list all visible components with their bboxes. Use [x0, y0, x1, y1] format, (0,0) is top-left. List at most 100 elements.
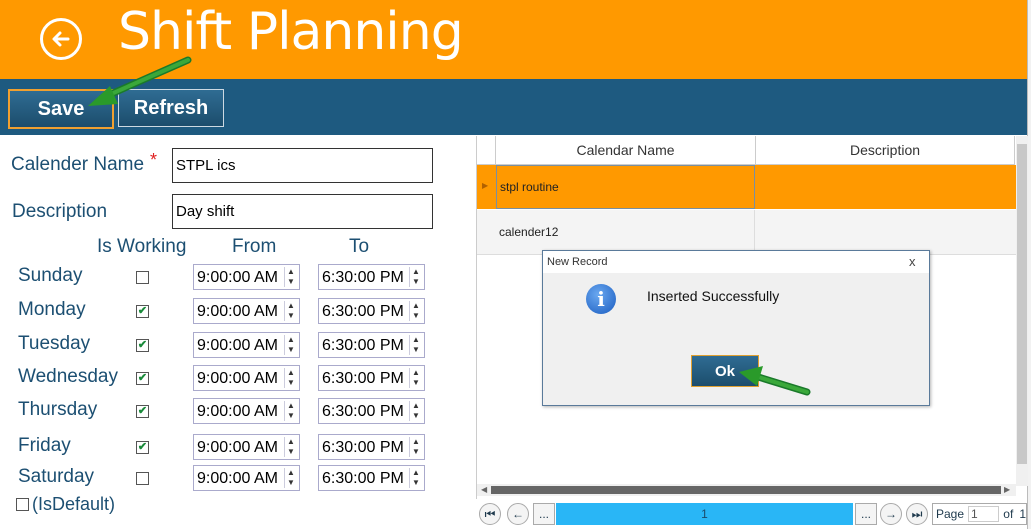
is-working-checkbox-wednesday[interactable]: ✔ — [136, 372, 149, 385]
from-time-saturday[interactable]: 9:00:00 AM ▲ ▼ — [193, 465, 300, 491]
from-time-value: 9:00:00 AM — [197, 269, 278, 286]
horizontal-scrollbar[interactable]: ◀ ▶ — [477, 484, 1016, 496]
required-mark: * — [150, 150, 158, 170]
calendar-name-input[interactable]: STPL ics — [172, 148, 433, 183]
from-time-value: 9:00:00 AM — [197, 470, 278, 487]
back-button[interactable] — [40, 18, 82, 60]
close-icon[interactable]: x — [909, 254, 916, 269]
is-working-checkbox-sunday[interactable] — [136, 271, 149, 284]
of-label: of — [1003, 507, 1014, 521]
spinner-arrows-icon[interactable]: ▲ ▼ — [409, 335, 422, 355]
day-label-tuesday: Tuesday — [18, 333, 91, 354]
first-page-button[interactable]: ⏮ — [479, 503, 501, 525]
spinner-arrows-icon[interactable]: ▲ ▼ — [409, 368, 422, 388]
total-pages: 1 — [1019, 507, 1026, 521]
checkmark-icon: ✔ — [137, 339, 148, 351]
to-time-monday[interactable]: 6:30:00 PM ▲ ▼ — [318, 298, 425, 324]
to-time-value: 6:30:00 PM — [322, 303, 404, 320]
last-page-button[interactable]: ⏭ — [906, 503, 928, 525]
from-header: From — [232, 236, 277, 257]
from-time-value: 9:00:00 AM — [197, 439, 278, 456]
grid-cell-description — [756, 165, 1014, 209]
grid-cell-name: stpl routine — [496, 165, 755, 209]
spinner-arrows-icon[interactable]: ▲ ▼ — [284, 301, 297, 321]
to-time-tuesday[interactable]: 6:30:00 PM ▲ ▼ — [318, 332, 425, 358]
pointer-arrow-icon — [739, 366, 811, 396]
spinner-arrows-icon[interactable]: ▲ ▼ — [409, 301, 422, 321]
is-working-checkbox-monday[interactable]: ✔ — [136, 305, 149, 318]
from-time-wednesday[interactable]: 9:00:00 AM ▲ ▼ — [193, 365, 300, 391]
vertical-scroll-thumb[interactable] — [1017, 144, 1027, 464]
prev-page-button[interactable]: ← — [507, 503, 529, 525]
checkmark-icon: ✔ — [137, 405, 148, 417]
checkmark-icon: ✔ — [137, 305, 148, 317]
from-time-monday[interactable]: 9:00:00 AM ▲ ▼ — [193, 298, 300, 324]
spinner-arrows-icon[interactable]: ▲ ▼ — [409, 267, 422, 287]
is-default-checkbox[interactable] — [16, 498, 29, 511]
pointer-arrow-icon — [88, 56, 192, 106]
pager-ellipsis-right[interactable]: ... — [855, 503, 877, 525]
description-input[interactable]: Day shift — [172, 194, 433, 229]
page-label: Page — [936, 507, 965, 521]
grid-row-header-corner — [477, 136, 496, 165]
grid-cell-description — [756, 210, 1014, 254]
day-label-sunday: Sunday — [18, 265, 83, 286]
grid-col-description[interactable]: Description — [756, 136, 1015, 165]
from-time-value: 9:00:00 AM — [197, 370, 278, 387]
day-label-monday: Monday — [18, 299, 86, 320]
next-page-button[interactable]: → — [880, 503, 902, 525]
description-label: Description — [12, 201, 108, 222]
last-page-icon: ⏭ — [911, 506, 923, 521]
from-time-thursday[interactable]: 9:00:00 AM ▲ ▼ — [193, 398, 300, 424]
spinner-arrows-icon[interactable]: ▲ ▼ — [284, 437, 297, 457]
checkmark-icon: ✔ — [137, 372, 148, 384]
spinner-arrows-icon[interactable]: ▲ ▼ — [284, 335, 297, 355]
spinner-arrows-icon[interactable]: ▲ ▼ — [409, 468, 422, 488]
is-default-label: (IsDefault) — [32, 494, 116, 514]
row-indicator-icon: ▶ — [482, 181, 489, 190]
to-header: To — [349, 236, 370, 257]
to-time-value: 6:30:00 PM — [322, 269, 404, 286]
is-working-checkbox-tuesday[interactable]: ✔ — [136, 339, 149, 352]
scroll-left-icon[interactable]: ◀ — [481, 485, 487, 494]
table-row[interactable]: calender12 — [477, 210, 1016, 255]
from-time-tuesday[interactable]: 9:00:00 AM ▲ ▼ — [193, 332, 300, 358]
grid-col-calendar-name[interactable]: Calendar Name — [496, 136, 756, 165]
scroll-right-icon[interactable]: ▶ — [1004, 485, 1010, 494]
pager-ellipsis-left[interactable]: ... — [533, 503, 555, 525]
spinner-arrows-icon[interactable]: ▲ ▼ — [284, 401, 297, 421]
vertical-scrollbar[interactable] — [1016, 136, 1028, 486]
calendar-name-label: Calender Name — [11, 154, 145, 175]
to-time-wednesday[interactable]: 6:30:00 PM ▲ ▼ — [318, 365, 425, 391]
spinner-arrows-icon[interactable]: ▲ ▼ — [284, 267, 297, 287]
is-working-checkbox-saturday[interactable] — [136, 472, 149, 485]
to-time-saturday[interactable]: 6:30:00 PM ▲ ▼ — [318, 465, 425, 491]
back-arrow-icon — [52, 31, 70, 47]
page-1-button[interactable]: 1 — [556, 503, 853, 525]
day-label-wednesday: Wednesday — [18, 366, 118, 387]
spinner-arrows-icon[interactable]: ▲ ▼ — [284, 468, 297, 488]
from-time-value: 9:00:00 AM — [197, 337, 278, 354]
spinner-arrows-icon[interactable]: ▲ ▼ — [409, 437, 422, 457]
day-label-saturday: Saturday — [18, 466, 95, 487]
first-page-icon: ⏮ — [484, 506, 496, 521]
to-time-sunday[interactable]: 6:30:00 PM ▲ ▼ — [318, 264, 425, 290]
next-page-icon: → — [885, 507, 897, 521]
to-time-friday[interactable]: 6:30:00 PM ▲ ▼ — [318, 434, 425, 460]
from-time-friday[interactable]: 9:00:00 AM ▲ ▼ — [193, 434, 300, 460]
is-working-checkbox-friday[interactable]: ✔ — [136, 441, 149, 454]
is-working-checkbox-thursday[interactable]: ✔ — [136, 405, 149, 418]
grid-cell-name: calender12 — [496, 210, 755, 254]
dialog-title-bar: New Record x — [543, 251, 929, 273]
spinner-arrows-icon[interactable]: ▲ ▼ — [284, 368, 297, 388]
from-time-value: 9:00:00 AM — [197, 303, 278, 320]
from-time-sunday[interactable]: 9:00:00 AM ▲ ▼ — [193, 264, 300, 290]
page-input[interactable]: 1 — [968, 506, 1000, 522]
to-time-thursday[interactable]: 6:30:00 PM ▲ ▼ — [318, 398, 425, 424]
horizontal-scroll-thumb[interactable] — [491, 486, 1001, 494]
prev-page-icon: ← — [512, 507, 524, 521]
spinner-arrows-icon[interactable]: ▲ ▼ — [409, 401, 422, 421]
table-row[interactable]: ▶ stpl routine — [477, 165, 1016, 209]
dialog-title: New Record — [547, 256, 608, 268]
checkmark-icon: ✔ — [137, 441, 148, 453]
